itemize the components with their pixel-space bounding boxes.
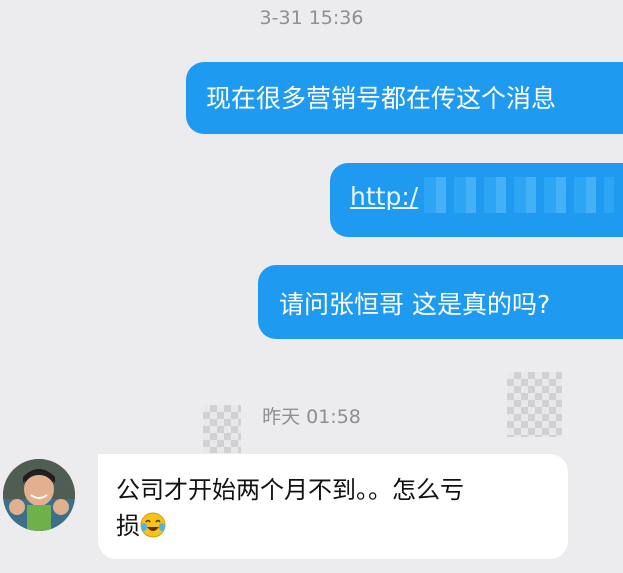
avatar-image — [3, 459, 75, 531]
message-timestamp: 3-31 15:36 — [259, 7, 364, 29]
received-message-bubble[interactable]: 公司才开始两个月不到。。怎么亏 损 — [98, 454, 568, 559]
message-link[interactable]: http:/ — [350, 182, 418, 211]
sent-message-bubble[interactable]: 现在很多营销号都在传这个消息 — [186, 62, 623, 134]
contact-avatar[interactable] — [3, 459, 75, 531]
sent-message-text: 现在很多营销号都在传这个消息 — [206, 84, 557, 113]
received-message-text: 公司才开始两个月不到。。怎么亏 — [116, 476, 464, 504]
sent-link-bubble[interactable]: http:/ — [330, 163, 623, 237]
sent-message-text: 请问张恒哥 这是真的吗? — [279, 290, 551, 319]
received-message-text: 损 — [116, 512, 140, 540]
redacted-area — [424, 177, 615, 213]
message-timestamp: 昨天 01:58 — [262, 406, 361, 428]
sent-message-bubble[interactable]: 请问张恒哥 这是真的吗? — [258, 265, 623, 339]
crying-laughing-emoji-icon — [140, 512, 166, 538]
